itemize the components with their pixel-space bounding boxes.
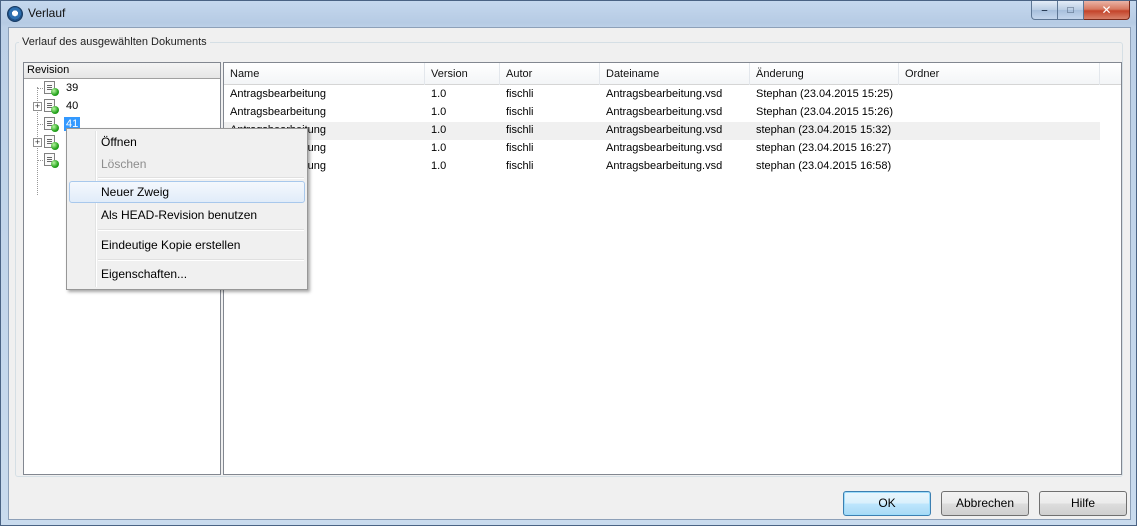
minimize-button[interactable]: ‒ [1031, 1, 1058, 20]
cell-dateiname: Antragsbearbeitung.vsd [606, 142, 723, 154]
menu-item-unique-copy[interactable]: Eindeutige Kopie erstellen [69, 234, 305, 256]
cell-version: 1.0 [431, 142, 447, 154]
column-header-ordner[interactable]: Ordner [899, 63, 1100, 85]
menu-item-new-branch[interactable]: Neuer Zweig [69, 181, 305, 203]
cell-dateiname: Antragsbearbeitung.vsd [606, 106, 723, 118]
app-icon [7, 6, 23, 22]
maximize-button[interactable]: □ [1058, 1, 1084, 20]
menu-separator [98, 229, 304, 231]
help-button[interactable]: Hilfe [1039, 491, 1127, 516]
column-header-name[interactable]: Name [224, 63, 425, 85]
menu-separator [98, 177, 304, 179]
table-row[interactable]: Antragsbearbeitung 1.0 fischli Antragsbe… [224, 86, 1100, 104]
context-menu: Öffnen Löschen Neuer Zweig Als HEAD-Revi… [66, 128, 308, 290]
cell-version: 1.0 [431, 124, 447, 136]
column-header-autor[interactable]: Autor [500, 63, 600, 85]
cell-dateiname: Antragsbearbeitung.vsd [606, 124, 723, 136]
window-title: Verlauf [28, 6, 66, 20]
expand-icon[interactable]: + [33, 138, 42, 147]
tree-item-label: 39 [66, 82, 79, 94]
groupbox-label: Verlauf des ausgewählten Dokuments [19, 36, 210, 48]
cell-version: 1.0 [431, 106, 447, 118]
cancel-button[interactable]: Abbrechen [941, 491, 1029, 516]
menu-separator [98, 259, 304, 261]
close-button[interactable]: ✕ [1084, 1, 1130, 20]
tree-item-39[interactable]: 39 [24, 80, 220, 97]
menu-item-open[interactable]: Öffnen [69, 131, 305, 153]
ok-button[interactable]: OK [843, 491, 931, 516]
status-ok-icon [51, 124, 59, 132]
tree-item-label: 40 [66, 100, 79, 112]
column-header-dateiname[interactable]: Dateiname [600, 63, 750, 85]
cell-autor: fischli [506, 160, 534, 172]
status-ok-icon [51, 88, 59, 96]
cell-version: 1.0 [431, 160, 447, 172]
table-row[interactable]: Antragsbearbeitung 1.0 fischli Antragsbe… [224, 104, 1100, 122]
cell-name: Antragsbearbeitung [230, 106, 327, 118]
cell-autor: fischli [506, 106, 534, 118]
close-icon: ✕ [1101, 3, 1112, 17]
menu-item-set-head-revision[interactable]: Als HEAD-Revision benutzen [69, 204, 305, 226]
caption-buttons: ‒ □ ✕ [1031, 1, 1130, 20]
cell-name: Antragsbearbeitung [230, 88, 327, 100]
revision-tree-header: Revision [24, 63, 220, 79]
status-ok-icon [51, 106, 59, 114]
minimize-icon: ‒ [1041, 4, 1048, 16]
table-row[interactable]: Antragsbearbeitung 1.0 fischli Antragsbe… [224, 122, 1100, 140]
cell-aenderung: Stephan (23.04.2015 15:26) [756, 106, 894, 118]
tree-item-40[interactable]: + 40 [24, 98, 220, 115]
cell-autor: fischli [506, 88, 534, 100]
cell-autor: fischli [506, 142, 534, 154]
column-header-aenderung[interactable]: Änderung [750, 63, 899, 85]
cell-aenderung: Stephan (23.04.2015 15:25) [756, 88, 894, 100]
expand-icon[interactable]: + [33, 102, 42, 111]
list-header: Name Version Autor Dateiname Änderung Or… [224, 63, 1121, 85]
cell-autor: fischli [506, 124, 534, 136]
cell-aenderung: stephan (23.04.2015 15:32) [756, 124, 892, 136]
menu-item-properties[interactable]: Eigenschaften... [69, 263, 305, 285]
status-ok-icon [51, 142, 59, 150]
title-bar[interactable]: Verlauf ‒ □ ✕ [1, 1, 1136, 27]
table-row[interactable]: Antragsbearbeitung 1.0 fischli Antragsbe… [224, 158, 1100, 176]
cell-version: 1.0 [431, 88, 447, 100]
cell-dateiname: Antragsbearbeitung.vsd [606, 88, 723, 100]
cell-aenderung: stephan (23.04.2015 16:27) [756, 142, 892, 154]
status-ok-icon [51, 160, 59, 168]
maximize-icon: □ [1067, 4, 1074, 16]
cell-aenderung: stephan (23.04.2015 16:58) [756, 160, 892, 172]
column-header-version[interactable]: Version [425, 63, 500, 85]
menu-item-delete[interactable]: Löschen [69, 153, 305, 175]
history-window: Verlauf ‒ □ ✕ Verlauf des ausgewählten D… [0, 0, 1137, 526]
cell-dateiname: Antragsbearbeitung.vsd [606, 160, 723, 172]
version-list[interactable]: Name Version Autor Dateiname Änderung Or… [223, 62, 1122, 475]
table-row[interactable]: Antragsbearbeitung 1.0 fischli Antragsbe… [224, 140, 1100, 158]
